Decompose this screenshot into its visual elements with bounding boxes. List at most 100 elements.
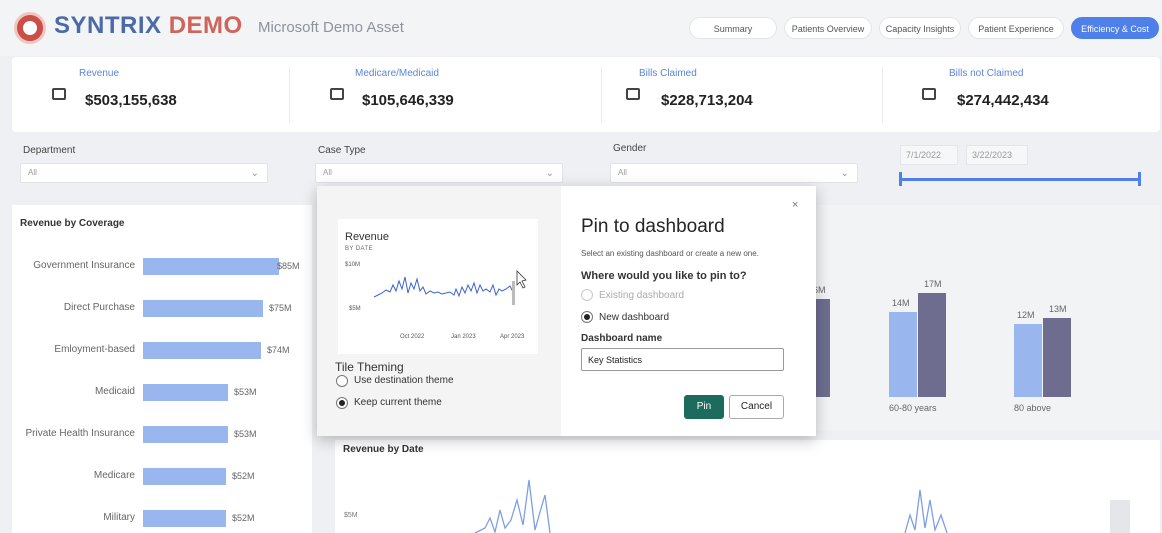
kpi-divider — [289, 67, 290, 123]
tile-preview: Revenue BY DATE $10M $5M Oct 2022 Jan 20… — [338, 219, 538, 354]
brand-title: SYNTRIX DEMO — [54, 12, 243, 40]
revenue-by-coverage-panel: Revenue by Coverage Government Insurance… — [12, 205, 312, 533]
brand-part1: SYNTRIX — [54, 12, 162, 39]
gender-value: All — [618, 168, 627, 177]
chevron-down-icon: ⌄ — [250, 168, 259, 179]
kpi-bills-not-claimed: Bills not Claimed $274,442,434 — [884, 57, 1160, 132]
coverage-bar[interactable] — [143, 426, 228, 443]
dashboard-name-label: Dashboard name — [581, 333, 663, 344]
tab-summary[interactable]: Summary — [689, 17, 777, 39]
dialog-description: Select an existing dashboard or create a… — [581, 249, 759, 258]
header: SYNTRIX DEMO Microsoft Demo Asset Summar… — [0, 0, 1162, 56]
tab-efficiency-cost[interactable]: Efficiency & Cost — [1071, 17, 1159, 39]
brand-subtitle: Microsoft Demo Asset — [258, 19, 404, 36]
existing-dashboard-radio[interactable] — [581, 289, 593, 301]
current-theme-label: Keep current theme — [354, 397, 442, 408]
kpi-value: $105,646,339 — [362, 92, 454, 109]
case-type-select[interactable]: All ⌄ — [315, 163, 563, 183]
coverage-bar-value: $53M — [234, 387, 257, 397]
destination-theme-radio[interactable] — [336, 375, 348, 387]
age-bar-series-a[interactable] — [889, 312, 917, 397]
chevron-down-icon: ⌄ — [840, 168, 849, 179]
age-bar-value: 17M — [924, 279, 942, 289]
kpi-revenue: Revenue $503,155,638 — [12, 57, 292, 132]
department-value: All — [28, 168, 37, 177]
tab-patient-experience[interactable]: Patient Experience — [968, 17, 1064, 39]
new-dashboard-label: New dashboard — [599, 312, 670, 323]
money-icon — [626, 88, 640, 100]
tab-patients-overview[interactable]: Patients Overview — [784, 17, 872, 39]
department-select[interactable]: All ⌄ — [20, 163, 268, 183]
kpi-label: Revenue — [79, 68, 120, 79]
age-bar-value: 14M — [892, 298, 910, 308]
coverage-bar-value: $52M — [232, 471, 255, 481]
coverage-bar[interactable] — [143, 258, 279, 275]
kpi-value: $503,155,638 — [85, 92, 177, 109]
coverage-bar-label: Government Insurance — [33, 260, 135, 271]
money-off-icon — [922, 88, 936, 100]
coverage-bar-value: $52M — [232, 513, 255, 523]
age-bar-value: 13M — [1049, 304, 1067, 314]
brand-part2: DEMO — [168, 12, 243, 39]
date-from-input[interactable]: 7/1/2022 — [900, 145, 958, 165]
date-slider-handle-end[interactable] — [1138, 172, 1141, 186]
department-label: Department — [23, 145, 76, 156]
kpi-label: Medicare/Medicaid — [355, 68, 439, 79]
tile-theming-title: Tile Theming — [335, 360, 404, 374]
coverage-bar-label: Military — [103, 512, 135, 523]
coverage-bar[interactable] — [143, 510, 226, 527]
tab-capacity-insights[interactable]: Capacity Insights — [879, 17, 961, 39]
close-icon[interactable]: × — [792, 199, 798, 211]
coverage-bar[interactable] — [143, 300, 263, 317]
pin-destination-question: Where would you like to pin to? — [581, 270, 747, 282]
coverage-bar[interactable] — [143, 342, 261, 359]
coverage-bar-value: $75M — [269, 303, 292, 313]
brand-logo-icon — [14, 12, 46, 44]
age-bar-series-b[interactable] — [1043, 318, 1071, 397]
kpi-value: $274,442,434 — [957, 92, 1049, 109]
current-theme-radio[interactable] — [336, 397, 348, 409]
coverage-bar-label: Medicare — [93, 470, 135, 481]
coverage-bar-label: Emloyment-based — [54, 344, 135, 355]
dashboard-name-input[interactable] — [581, 348, 784, 371]
case-type-label: Case Type — [318, 145, 366, 156]
kpi-strip: Revenue $503,155,638 Medicare/Medicaid $… — [12, 57, 1160, 132]
kpi-label: Bills not Claimed — [949, 68, 1024, 79]
kpi-label: Bills Claimed — [639, 68, 697, 79]
dialog-title: Pin to dashboard — [581, 216, 725, 237]
destination-theme-label: Use destination theme — [354, 375, 454, 386]
revenue-by-date-panel: Revenue by Date $5M — [335, 440, 1160, 533]
coverage-bar-value: $74M — [267, 345, 290, 355]
kpi-value: $228,713,204 — [661, 92, 753, 109]
gender-label: Gender — [613, 143, 647, 154]
preview-x-tick: Oct 2022 — [400, 334, 425, 340]
existing-dashboard-label: Existing dashboard — [599, 290, 685, 301]
document-icon — [330, 88, 344, 100]
kpi-divider — [882, 67, 883, 123]
revenue-by-date-line — [474, 479, 1130, 533]
preview-x-tick: Apr 2023 — [500, 334, 525, 340]
pin-button[interactable]: Pin — [684, 395, 724, 419]
date-slider-track[interactable] — [900, 178, 1140, 181]
new-dashboard-radio[interactable] — [581, 311, 593, 323]
age-category-label: 60-80 years — [889, 403, 937, 413]
tile-preview-pane: Revenue BY DATE $10M $5M Oct 2022 Jan 20… — [317, 186, 561, 436]
age-category-label: 80 above — [1014, 403, 1052, 413]
revenue-icon — [52, 88, 66, 100]
coverage-bar-label: Direct Purchase — [63, 302, 135, 313]
cancel-button[interactable]: Cancel — [729, 395, 784, 419]
date-to-input[interactable]: 3/22/2023 — [966, 145, 1028, 165]
coverage-bar[interactable] — [143, 384, 228, 401]
gender-select[interactable]: All ⌄ — [610, 163, 858, 183]
preview-x-tick: Jan 2023 — [451, 334, 476, 340]
age-bar-series-b[interactable] — [918, 293, 946, 397]
pin-to-dashboard-dialog: Revenue BY DATE $10M $5M Oct 2022 Jan 20… — [317, 186, 816, 436]
coverage-bar-value: $85M — [277, 261, 300, 271]
coverage-bar[interactable] — [143, 468, 226, 485]
age-bar-series-a[interactable] — [1014, 324, 1042, 397]
date-slider-handle-start[interactable] — [899, 172, 902, 186]
coverage-bar-label: Private Health Insurance — [25, 428, 135, 439]
coverage-bar-value: $53M — [234, 429, 257, 439]
coverage-title: Revenue by Coverage — [20, 218, 125, 229]
coverage-bar-label: Medicaid — [94, 386, 135, 397]
